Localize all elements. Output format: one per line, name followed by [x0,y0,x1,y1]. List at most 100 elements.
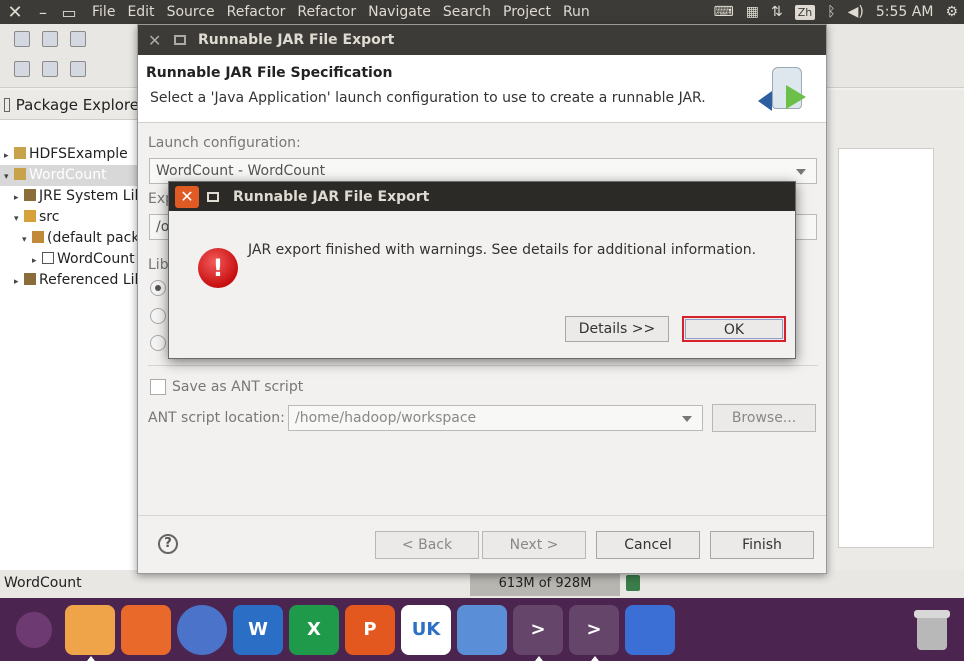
save-ant-label: Save as ANT script [172,379,304,395]
menu-search[interactable]: Search [437,0,497,24]
tree-item-referenced-libraries[interactable]: ▸ Referenced Lil [0,270,139,291]
ubuntu-one-icon[interactable]: UK [401,604,451,655]
terminal-icon[interactable]: > [513,604,563,661]
menu-navigate[interactable]: Navigate [362,0,437,24]
separator [148,365,818,366]
dialog-maximize-icon[interactable] [207,191,219,202]
menu-project[interactable]: Project [497,0,557,24]
package-icon [32,231,44,243]
menu-bar: File Edit Source Refactor Refactor Navig… [86,0,596,24]
clock[interactable]: 5:55 AM [876,4,934,20]
impress-icon[interactable]: P [345,604,395,655]
tree-item-wordcount-java[interactable]: ▸ WordCount [0,249,139,270]
outline-view [838,148,934,548]
package-explorer-tab[interactable]: Package Explore [0,90,139,120]
volume-icon[interactable]: ◀) [848,4,864,20]
network-icon[interactable]: ⇅ [771,4,783,20]
tree-item-wordcount[interactable]: ▾ WordCount [0,165,139,186]
wizard-close-icon[interactable]: ✕ [148,31,168,50]
details-button[interactable]: Details >> [565,316,669,342]
minimize-icon[interactable]: – [30,3,56,22]
save-ant-checkbox[interactable] [150,379,166,395]
back-button[interactable]: < Back [375,531,479,559]
ant-location-select[interactable]: /home/hadoop/workspace [288,405,703,431]
project-icon [14,147,26,159]
writer-icon[interactable]: W [233,604,283,655]
save-icon[interactable] [42,31,58,47]
wizard-titlebar: ✕ Runnable JAR File Export [138,25,826,55]
run-gc-icon[interactable] [626,575,640,591]
save-all-icon[interactable] [70,31,86,47]
launcher: W X P UK > > [0,598,964,661]
package-explorer-title: Package Explore [15,95,139,114]
next-annotation-icon[interactable] [14,61,30,77]
library-handling-label: Lib [148,257,169,273]
menu-edit[interactable]: Edit [121,0,160,24]
source-folder-icon [24,210,36,222]
help-icon[interactable]: ? [158,534,178,554]
calc-icon[interactable]: X [289,604,339,655]
dialog-message: JAR export finished with warnings. See d… [248,242,757,258]
firefox-icon[interactable] [121,604,171,655]
chevron-down-icon [682,416,692,422]
ok-button[interactable]: OK [682,316,786,342]
cancel-button[interactable]: Cancel [596,531,700,559]
files-icon[interactable] [65,604,115,661]
library-package-radio[interactable] [150,308,166,324]
close-icon[interactable]: ✕ [0,2,30,23]
separator [138,515,826,516]
finish-button[interactable]: Finish [710,531,814,559]
top-panel: ✕ – ▭ File Edit Source Refactor Refactor… [0,0,964,24]
java-file-icon [42,252,54,264]
package-explorer-icon [4,97,10,112]
maximize-icon[interactable]: ▭ [56,3,82,22]
wizard-title: Runnable JAR File Export [198,32,395,48]
project-icon [14,168,26,180]
library-icon [24,273,36,285]
status-bar: WordCount 613M of 928M [0,570,964,598]
heap-status[interactable]: 613M of 928M [470,572,620,596]
calendar-icon[interactable]: ▦ [746,4,759,20]
dialog-close-icon[interactable]: ✕ [175,185,199,208]
bluetooth-icon[interactable]: ᛒ [827,4,835,20]
library-copy-radio[interactable] [150,335,166,351]
browse-button[interactable]: Browse... [712,404,816,432]
prev-annotation-icon[interactable] [42,61,58,77]
tree-item-default-package[interactable]: ▾ (default pack [0,228,139,249]
export-finished-dialog: ✕ Runnable JAR File Export ! JAR export … [168,181,796,359]
terminal2-icon[interactable]: > [569,604,619,661]
chevron-down-icon [796,169,806,175]
keyboard-icon[interactable]: ⌨ [714,4,734,20]
menu-file[interactable]: File [86,0,121,24]
input-method-indicator[interactable]: Zh [794,4,816,20]
menu-run[interactable]: Run [557,0,596,24]
jar-export-icon [756,63,814,119]
trash-icon[interactable] [910,606,954,652]
next-button[interactable]: Next > [482,531,586,559]
settings-gear-icon[interactable]: ⚙ [945,4,958,20]
dialog-titlebar: ✕ Runnable JAR File Export [169,182,795,211]
error-icon: ! [198,248,238,288]
launch-config-label: Launch configuration: [148,135,301,151]
tree-item-hdfsexample[interactable]: ▸ HDFSExample [0,144,139,165]
back-icon[interactable] [70,61,86,77]
tree-item-jre-system-library[interactable]: ▸ JRE System Lil [0,186,139,207]
menu-source[interactable]: Source [161,0,221,24]
system-tray: ⌨ ▦ ⇅ Zh ᛒ ◀) 5:55 AM ⚙ [708,0,964,24]
library-icon [24,189,36,201]
wizard-maximize-icon[interactable] [174,35,186,45]
new-icon[interactable] [14,31,30,47]
menu-refactor-2[interactable]: Refactor [291,0,362,24]
wizard-banner: Runnable JAR File Specification Select a… [138,55,826,123]
ubuntu-icon[interactable] [9,604,59,655]
wizard-banner-description: Select a 'Java Application' launch confi… [150,90,706,106]
remote-icon[interactable] [457,604,507,655]
outline-panel [828,90,964,570]
chromium-icon[interactable] [177,604,227,655]
menu-refactor[interactable]: Refactor [221,0,292,24]
library-extract-radio[interactable] [150,280,166,296]
workspace-icon[interactable] [625,604,675,655]
wizard-banner-title: Runnable JAR File Specification [146,65,393,81]
package-explorer: Package Explore ▸ HDFSExample ▾ WordCount … [0,90,140,570]
tree-item-src[interactable]: ▾ src [0,207,139,228]
